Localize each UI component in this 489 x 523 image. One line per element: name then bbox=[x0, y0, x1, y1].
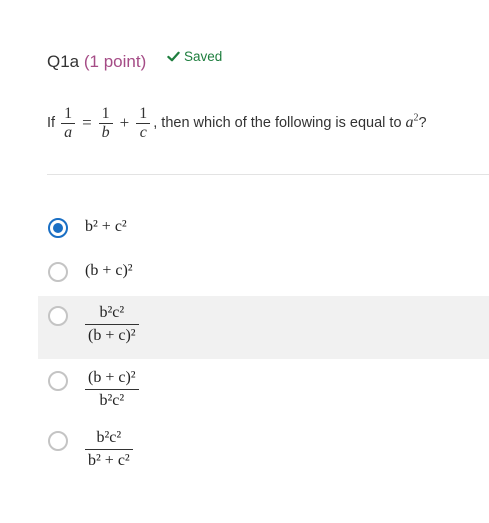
option-4-fraction: (b + c)² b²c² bbox=[85, 367, 139, 412]
fraction-1-over-a: 1 a bbox=[61, 105, 76, 142]
option-3-denominator: (b + c)² bbox=[88, 327, 136, 344]
fraction-1-over-b: 1 b bbox=[98, 105, 113, 142]
radio-option-1[interactable] bbox=[48, 218, 68, 238]
stem-target: a2 bbox=[405, 112, 419, 131]
radio-option-5[interactable] bbox=[48, 431, 68, 451]
question-title: Q1a (1 point) bbox=[47, 52, 146, 72]
stem-end: ? bbox=[418, 115, 427, 131]
option-4[interactable]: (b + c)² b²c² bbox=[38, 363, 489, 423]
question-number: Q1a bbox=[47, 52, 80, 71]
option-2[interactable]: (b + c)² bbox=[38, 256, 489, 288]
equals-sign: = bbox=[82, 113, 92, 132]
radio-option-3[interactable] bbox=[48, 306, 68, 326]
option-5-numerator: b²c² bbox=[96, 429, 122, 446]
option-1[interactable]: b² + c² bbox=[38, 212, 489, 244]
saved-label: Saved bbox=[184, 49, 223, 64]
fraction-1-over-c: 1 c bbox=[136, 105, 151, 142]
option-5-fraction: b²c² b² + c² bbox=[85, 427, 133, 472]
plus-sign: + bbox=[119, 113, 130, 132]
option-3-numerator: b²c² bbox=[99, 304, 125, 321]
option-2-label: (b + c)² bbox=[85, 262, 133, 279]
option-3-fraction: b²c² (b + c)² bbox=[85, 302, 139, 347]
option-1-label: b² + c² bbox=[85, 218, 127, 235]
stem-suffix: , then which of the following is equal t… bbox=[153, 115, 402, 131]
option-5[interactable]: b²c² b² + c² bbox=[38, 425, 489, 485]
divider bbox=[47, 174, 489, 175]
stem-prefix: If bbox=[47, 115, 56, 131]
radio-option-2[interactable] bbox=[48, 262, 68, 282]
checkmark-icon bbox=[167, 51, 180, 62]
saved-status: Saved bbox=[167, 49, 222, 64]
option-3[interactable]: b²c² (b + c)² bbox=[38, 296, 489, 359]
question-points: (1 point) bbox=[83, 52, 147, 71]
radio-option-4[interactable] bbox=[48, 371, 68, 391]
option-5-denominator: b² + c² bbox=[88, 452, 130, 469]
question-stem: If 1 a = 1 b + 1 c , then which of the f… bbox=[47, 100, 427, 146]
option-4-denominator: b²c² bbox=[99, 392, 125, 409]
option-4-numerator: (b + c)² bbox=[88, 369, 136, 386]
